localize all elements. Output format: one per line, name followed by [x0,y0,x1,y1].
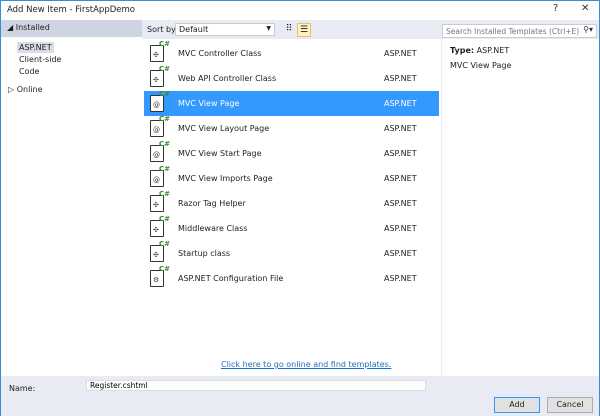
category-tree: ASP.NET Client-side Code ▷ Online [1,37,142,376]
installed-node[interactable]: ◢ Installed [1,20,142,37]
template-name: Web API Controller Class [178,74,277,83]
template-row[interactable]: ✣ C# Razor Tag Helper ASP.NET [144,190,439,216]
small-icons-view-button[interactable]: ⠿ [282,23,296,37]
template-list: ✣ C# MVC Controller Class ASP.NET ✣ C# Web … [144,39,439,376]
type-label: Type: [450,46,475,55]
list-view-button[interactable]: ☰ [297,23,311,37]
details-pane: Type: ASP.NET MVC View Page [441,39,599,376]
template-name: Startup class [178,249,231,258]
type-line: Type: ASP.NET [450,46,509,55]
template-name: Razor Tag Helper [178,199,246,208]
template-type: ASP.NET [384,49,417,58]
template-type: ASP.NET [384,124,417,133]
template-row[interactable]: ✣ C# Startup class ASP.NET [144,240,439,266]
template-row[interactable]: ✣ C# Web API Controller Class ASP.NET [144,65,439,91]
razor-view-icon: @ C# [150,115,170,137]
template-type: ASP.NET [384,149,417,158]
online-label: Online [16,85,43,94]
template-row[interactable]: @ C# MVC View Page ASP.NET [144,90,439,116]
template-row[interactable]: @ C# MVC View Layout Page ASP.NET [144,115,439,141]
add-new-item-dialog: Add New Item - FirstAppDemo ? ✕ ◢ Instal… [0,0,600,416]
controller-icon: ✣ C# [150,215,170,237]
template-row[interactable]: @ C# MVC View Imports Page ASP.NET [144,165,439,191]
template-type: ASP.NET [384,74,417,83]
template-name: MVC View Imports Page [178,174,273,183]
add-button[interactable]: Add [494,397,540,413]
razor-view-icon: @ C# [150,90,170,112]
sort-dropdown[interactable]: Default ▼ [175,23,275,36]
template-type: ASP.NET [384,249,417,258]
template-type: ASP.NET [384,274,417,283]
config-file-icon: ⚙ C# [150,265,170,287]
window-title: Add New Item - FirstAppDemo [7,5,135,15]
template-type: ASP.NET [384,224,417,233]
online-templates-link[interactable]: Click here to go online and find templat… [221,360,391,369]
template-name: MVC Controller Class [178,49,262,58]
template-name: MVC View Page [178,99,240,108]
chevron-down-icon: ▼ [266,25,271,32]
close-button[interactable]: ✕ [581,3,589,14]
razor-view-icon: @ C# [150,140,170,162]
controller-icon: ✣ C# [150,240,170,262]
tree-item-online[interactable]: ▷ Online [6,84,45,95]
template-row[interactable]: ⚙ C# ASP.NET Configuration File ASP.NET [144,265,439,291]
template-name: MVC View Layout Page [178,124,270,133]
help-button[interactable]: ? [553,3,558,14]
search-placeholder: Search Installed Templates (Ctrl+E) [446,27,580,36]
search-icon[interactable]: ⚲▾ [583,25,593,34]
template-name: Middleware Class [178,224,248,233]
type-value: ASP.NET [476,46,510,55]
cancel-button[interactable]: Cancel [547,397,593,413]
tree-item-client-side[interactable]: Client-side [17,54,63,65]
template-row[interactable]: @ C# MVC View Start Page ASP.NET [144,140,439,166]
controller-icon: ✣ C# [150,40,170,62]
template-row[interactable]: ✣ C# MVC Controller Class ASP.NET [144,40,439,66]
controller-icon: ✣ C# [150,190,170,212]
search-input[interactable]: Search Installed Templates (Ctrl+E) ⚲▾ [442,24,597,38]
controller-icon: ✣ C# [150,65,170,87]
expand-arrow-icon: ▷ [8,85,17,94]
razor-view-icon: @ C# [150,165,170,187]
sort-label: Sort by: [147,25,178,34]
template-name: MVC View Start Page [178,149,262,158]
sort-value: Default [179,25,209,34]
name-input[interactable] [86,380,426,391]
template-row[interactable]: ✣ C# Middleware Class ASP.NET [144,215,439,241]
footer: Name: Add Cancel [1,376,599,416]
installed-label: Installed [15,23,50,32]
tree-item-aspnet[interactable]: ASP.NET [17,42,54,53]
template-type: ASP.NET [384,99,417,108]
template-description: MVC View Page [450,61,512,70]
template-type: ASP.NET [384,199,417,208]
name-label: Name: [9,384,36,393]
template-type: ASP.NET [384,174,417,183]
template-name: ASP.NET Configuration File [178,274,284,283]
tree-item-code[interactable]: Code [17,66,41,77]
